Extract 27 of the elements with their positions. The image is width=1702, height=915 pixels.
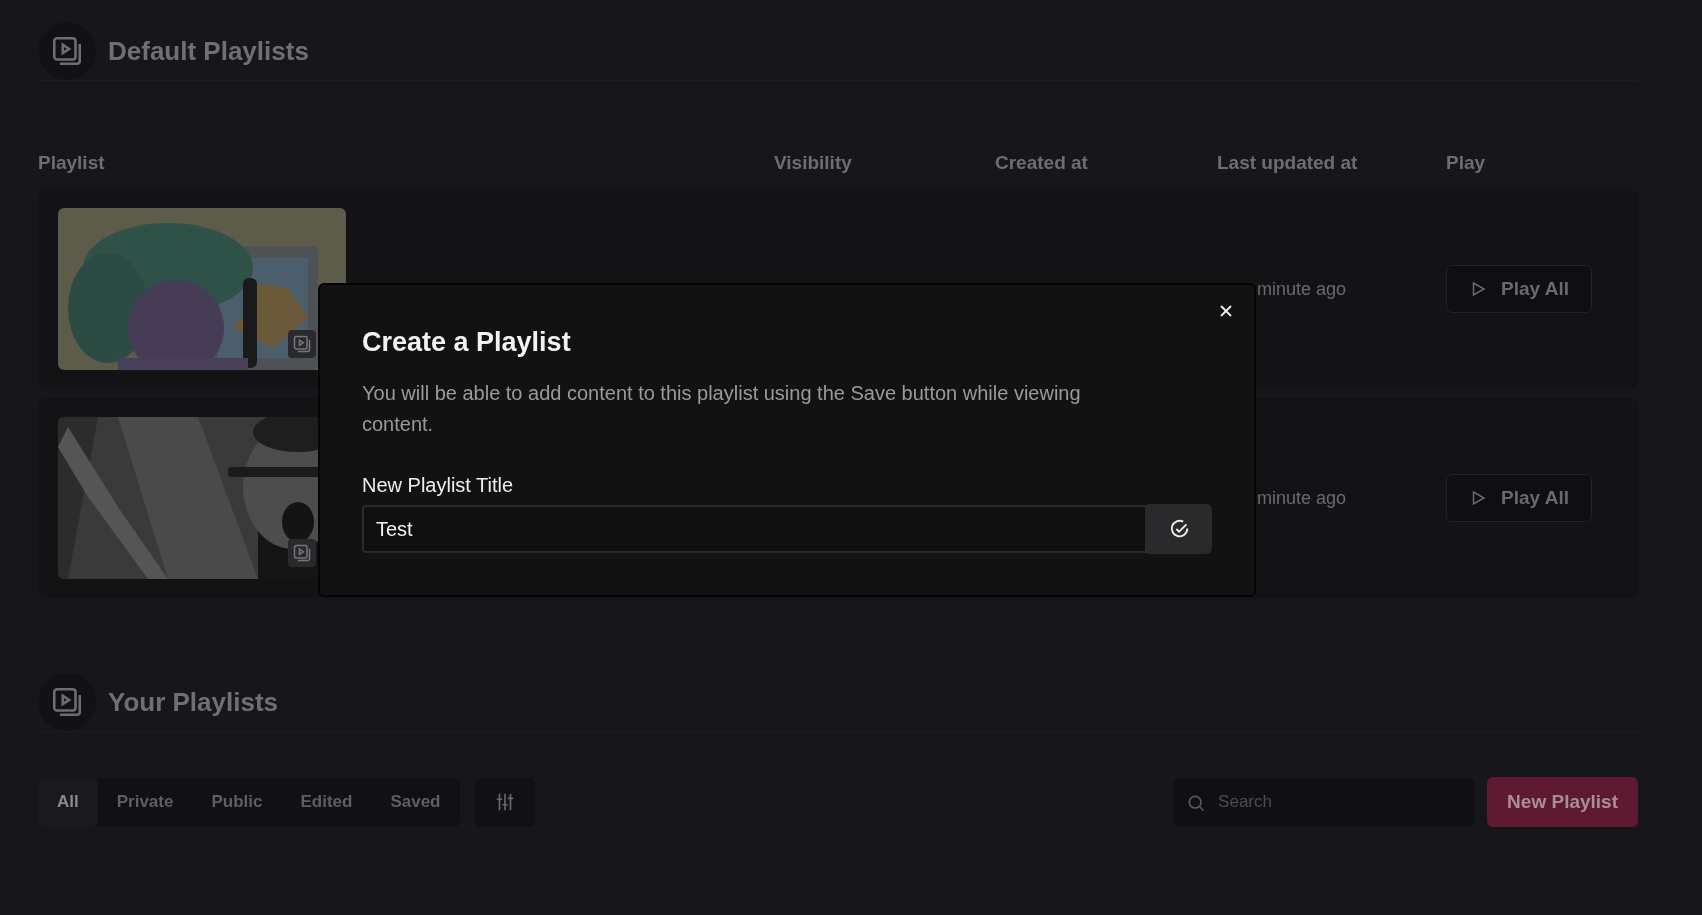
confirm-button[interactable]: [1147, 504, 1212, 554]
playlist-icon: [288, 330, 316, 358]
filter-tab[interactable]: Public: [192, 777, 282, 827]
filter-tab[interactable]: All: [38, 777, 98, 827]
field-label: New Playlist Title: [362, 474, 515, 497]
updated-time: minute ago: [1257, 278, 1347, 299]
updated-time: minute ago: [1257, 487, 1347, 508]
column-header: Last updated at: [1217, 152, 1359, 174]
new-playlist-button[interactable]: New Playlist: [1487, 777, 1638, 827]
column-header: Visibility: [774, 152, 853, 174]
dialog-title: Create a Playlist: [362, 327, 572, 358]
play-all-button[interactable]: Play All: [1446, 265, 1592, 313]
section-title: Default Playlists: [108, 35, 309, 67]
column-header: Play: [1446, 152, 1487, 174]
section-title: Your Playlists: [108, 686, 279, 718]
play-all-button[interactable]: Play All: [1446, 474, 1592, 522]
title-input-field[interactable]: Test: [362, 505, 1148, 553]
filter-tab[interactable]: Private: [97, 777, 193, 827]
filter-settings-button[interactable]: [474, 777, 535, 827]
check-icon: [1168, 518, 1191, 540]
search-field[interactable]: Search: [1174, 777, 1475, 827]
column-header: Created at: [995, 152, 1089, 174]
filter-tab[interactable]: Saved: [371, 777, 460, 827]
filter-tab[interactable]: Edited: [281, 777, 372, 827]
playlist-icon: [288, 539, 316, 567]
column-header: Playlist: [38, 152, 106, 174]
dialog-description: You will be able to add content to this playlist using the Save button while viewing content.: [362, 381, 1082, 437]
